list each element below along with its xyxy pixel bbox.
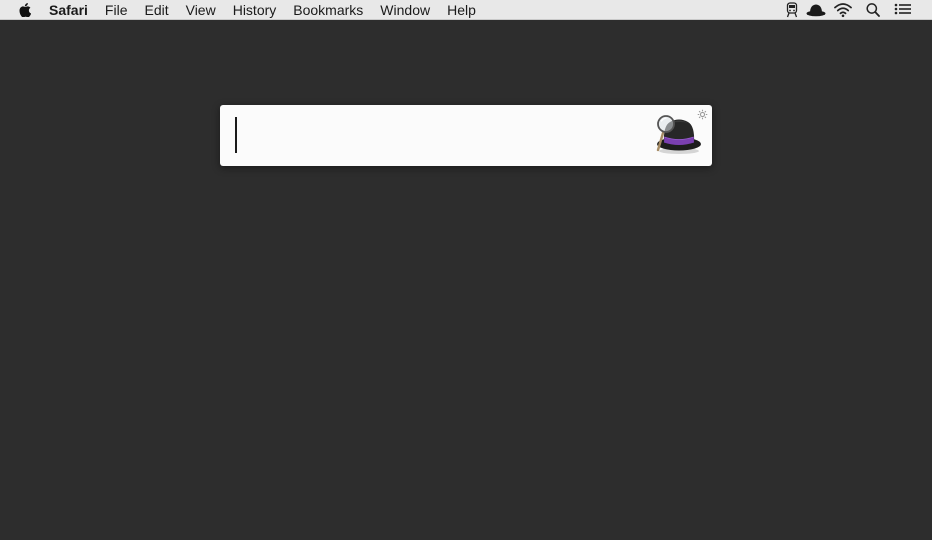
spotlight-search-icon[interactable] [866,2,880,18]
menu-help[interactable]: Help [447,0,476,20]
notification-center-icon[interactable] [894,2,912,18]
menu-edit[interactable]: Edit [144,0,168,20]
menu-bookmarks[interactable]: Bookmarks [293,0,363,20]
alfred-hat-icon[interactable] [806,2,826,18]
train-icon[interactable] [786,2,798,18]
alfred-hat-icon [656,115,701,154]
menu-items: Safari File Edit View History Bookmarks … [49,0,493,20]
menu-view[interactable]: View [186,0,216,20]
menu-file[interactable]: File [105,0,128,20]
menu-window[interactable]: Window [380,0,430,20]
menu-bar: Safari File Edit View History Bookmarks … [0,0,932,20]
text-caret [235,117,237,153]
alfred-search-window [220,105,712,166]
wifi-icon[interactable] [834,2,852,18]
alfred-search-input[interactable] [234,117,634,155]
menu-app-safari[interactable]: Safari [49,0,88,20]
menu-history[interactable]: History [233,0,277,20]
apple-logo-icon[interactable] [19,3,31,17]
